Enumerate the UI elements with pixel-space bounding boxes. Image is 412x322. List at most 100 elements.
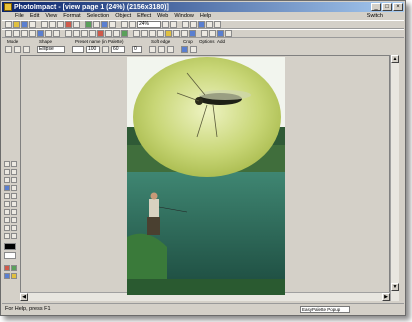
line-tool-icon[interactable] <box>4 201 10 207</box>
height-field[interactable]: 60 <box>111 46 125 53</box>
scroll-right-arrow-icon[interactable]: ▶ <box>382 293 390 301</box>
zoom-select[interactable]: 24% <box>137 21 161 28</box>
slice-icon[interactable] <box>209 30 216 37</box>
hide-icon[interactable] <box>81 30 88 37</box>
print-icon[interactable] <box>29 21 36 28</box>
actual-size-icon[interactable] <box>170 21 177 28</box>
gradient-icon[interactable] <box>189 30 196 37</box>
add-icon[interactable] <box>167 46 174 53</box>
shape-select[interactable]: Ellipse <box>37 46 65 53</box>
effect-icon[interactable] <box>97 30 104 37</box>
menu-help[interactable]: Help <box>197 12 214 20</box>
transform-tool-icon[interactable] <box>11 161 17 167</box>
fill-tool-icon[interactable] <box>4 225 10 231</box>
fill-icon[interactable] <box>121 30 128 37</box>
camera-icon[interactable] <box>93 21 100 28</box>
fill-bucket-icon[interactable] <box>181 30 188 37</box>
menu-selection[interactable]: Selection <box>84 12 113 20</box>
close-button[interactable]: × <box>393 3 403 11</box>
redo-icon[interactable] <box>73 21 80 28</box>
cut-icon[interactable] <box>41 21 48 28</box>
ungroup-icon[interactable] <box>53 30 60 37</box>
zoom-fit-icon[interactable] <box>162 21 169 28</box>
vertical-scrollbar[interactable]: ▲ ▼ <box>390 55 399 301</box>
menu-window[interactable]: Window <box>171 12 197 20</box>
blue-swatch-icon[interactable] <box>4 273 10 279</box>
rotate-icon[interactable] <box>21 30 28 37</box>
eraser-icon[interactable] <box>157 30 164 37</box>
foreground-color-swatch[interactable] <box>4 243 16 250</box>
red-swatch-icon[interactable] <box>4 265 10 271</box>
soft-edge-field[interactable]: 0 <box>132 46 142 53</box>
arrange-icon[interactable] <box>5 30 12 37</box>
open-icon[interactable] <box>13 21 20 28</box>
copy-icon[interactable] <box>49 21 56 28</box>
outline-drawing-tool-icon[interactable] <box>11 201 17 207</box>
eyedropper-tool-icon[interactable] <box>4 233 10 239</box>
magic-wand-tool-icon[interactable] <box>4 177 10 183</box>
zoom-tool-icon[interactable] <box>11 185 17 191</box>
link-icon[interactable] <box>102 46 109 53</box>
preset-select[interactable] <box>72 46 84 53</box>
scroll-left-arrow-icon[interactable]: ◀ <box>20 293 28 301</box>
zoom-in-icon[interactable] <box>129 21 136 28</box>
undo-icon[interactable] <box>65 21 72 28</box>
title-bar[interactable]: PhotoImpact - [view page 1 (24%) (2156x3… <box>2 2 404 12</box>
scan-icon[interactable] <box>85 21 92 28</box>
layer-manager-icon[interactable] <box>190 46 197 53</box>
bezier-tool-icon[interactable] <box>11 177 17 183</box>
menu-edit[interactable]: Edit <box>27 12 42 20</box>
rollover-icon[interactable] <box>217 30 224 37</box>
switch-button[interactable]: Switch <box>367 12 383 20</box>
brush-icon[interactable] <box>149 30 156 37</box>
align-icon[interactable] <box>13 30 20 37</box>
text-tool-icon[interactable] <box>4 193 10 199</box>
lasso-tool-icon[interactable] <box>11 169 17 175</box>
mode-add-icon[interactable] <box>14 46 21 53</box>
menu-web[interactable]: Web <box>154 12 171 20</box>
yellow-swatch-icon[interactable] <box>11 273 17 279</box>
menu-effect[interactable]: Effect <box>134 12 154 20</box>
browser-icon[interactable] <box>101 21 108 28</box>
width-field[interactable]: 100 <box>86 46 100 53</box>
easypalette-popup-select[interactable]: EasyPalette Popup <box>300 306 350 313</box>
retouch-tool-icon[interactable] <box>4 217 10 223</box>
crop-icon[interactable] <box>149 46 156 53</box>
scroll-up-arrow-icon[interactable]: ▲ <box>391 55 399 63</box>
pick-tool-icon[interactable] <box>4 161 10 167</box>
standard-selection-tool-icon[interactable] <box>4 169 10 175</box>
properties-icon[interactable] <box>65 30 72 37</box>
ruler-icon[interactable] <box>214 21 221 28</box>
clone-tool-icon[interactable] <box>11 209 17 215</box>
eraser-tool-icon[interactable] <box>11 217 17 223</box>
lock-icon[interactable] <box>73 30 80 37</box>
path-drawing-tool-icon[interactable] <box>11 193 17 199</box>
app-icon[interactable] <box>4 3 12 11</box>
stamp-icon[interactable] <box>165 30 172 37</box>
layer-icon[interactable] <box>190 21 197 28</box>
green-swatch-icon[interactable] <box>11 265 17 271</box>
web-tool-icon[interactable] <box>11 233 17 239</box>
web-icon[interactable] <box>201 30 208 37</box>
maximize-button[interactable]: □ <box>382 3 392 11</box>
frame-icon[interactable] <box>113 30 120 37</box>
menu-view[interactable]: View <box>42 12 60 20</box>
menu-object[interactable]: Object <box>112 12 134 20</box>
panel-icon[interactable] <box>182 21 189 28</box>
document-image[interactable] <box>127 57 285 295</box>
menu-format[interactable]: Format <box>60 12 83 20</box>
merge-icon[interactable] <box>37 30 44 37</box>
options-icon[interactable] <box>158 46 165 53</box>
scroll-down-arrow-icon[interactable]: ▼ <box>391 283 399 291</box>
crop-tool-icon[interactable] <box>4 185 10 191</box>
flip-icon[interactable] <box>29 30 36 37</box>
save-icon[interactable] <box>21 21 28 28</box>
paste-icon[interactable] <box>57 21 64 28</box>
background-color-swatch[interactable] <box>4 252 16 259</box>
group-icon[interactable] <box>45 30 52 37</box>
transparency-icon[interactable] <box>89 30 96 37</box>
paint-tool-icon[interactable] <box>4 209 10 215</box>
stamp-tool-icon[interactable] <box>11 225 17 231</box>
grid-icon[interactable] <box>206 21 213 28</box>
mode-new-icon[interactable] <box>5 46 12 53</box>
